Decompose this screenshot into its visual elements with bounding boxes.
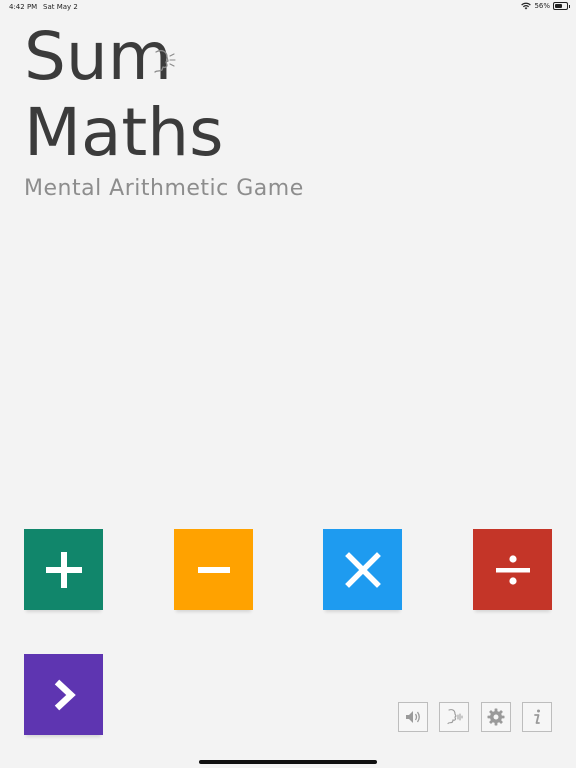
voice-button[interactable]	[439, 702, 469, 732]
voice-icon	[447, 709, 463, 725]
minus-icon	[197, 566, 230, 573]
status-bar: 4:42 PM Sat May 2 56%	[0, 0, 576, 14]
plus-icon	[45, 551, 82, 588]
home-indicator[interactable]	[199, 760, 377, 764]
speaking-head-icon	[154, 50, 176, 73]
status-date: Sat May 2	[43, 3, 78, 11]
battery-fill	[555, 4, 562, 8]
battery-icon	[553, 2, 570, 10]
app-title-line-2: Maths	[24, 94, 224, 171]
multiply-icon	[344, 551, 381, 588]
speaker-icon	[406, 711, 420, 723]
battery-percent: 56%	[534, 2, 550, 10]
division-button[interactable]	[473, 529, 552, 610]
battery-tip	[569, 5, 570, 8]
addition-button[interactable]	[24, 529, 103, 610]
settings-button[interactable]	[481, 702, 511, 732]
divide-icon	[495, 554, 530, 585]
wifi-icon	[521, 2, 532, 10]
app-subtitle: Mental Arithmetic Game	[24, 176, 304, 201]
chevron-right-icon	[54, 679, 76, 710]
sound-button[interactable]	[398, 702, 428, 732]
status-indicators: 56%	[521, 2, 570, 10]
gear-icon	[487, 708, 505, 726]
info-button[interactable]	[522, 702, 552, 732]
status-time: 4:42 PM	[9, 3, 38, 11]
start-button[interactable]	[24, 654, 103, 735]
subtraction-button[interactable]	[174, 529, 253, 610]
multiplication-button[interactable]	[323, 529, 402, 610]
info-icon	[534, 709, 540, 724]
